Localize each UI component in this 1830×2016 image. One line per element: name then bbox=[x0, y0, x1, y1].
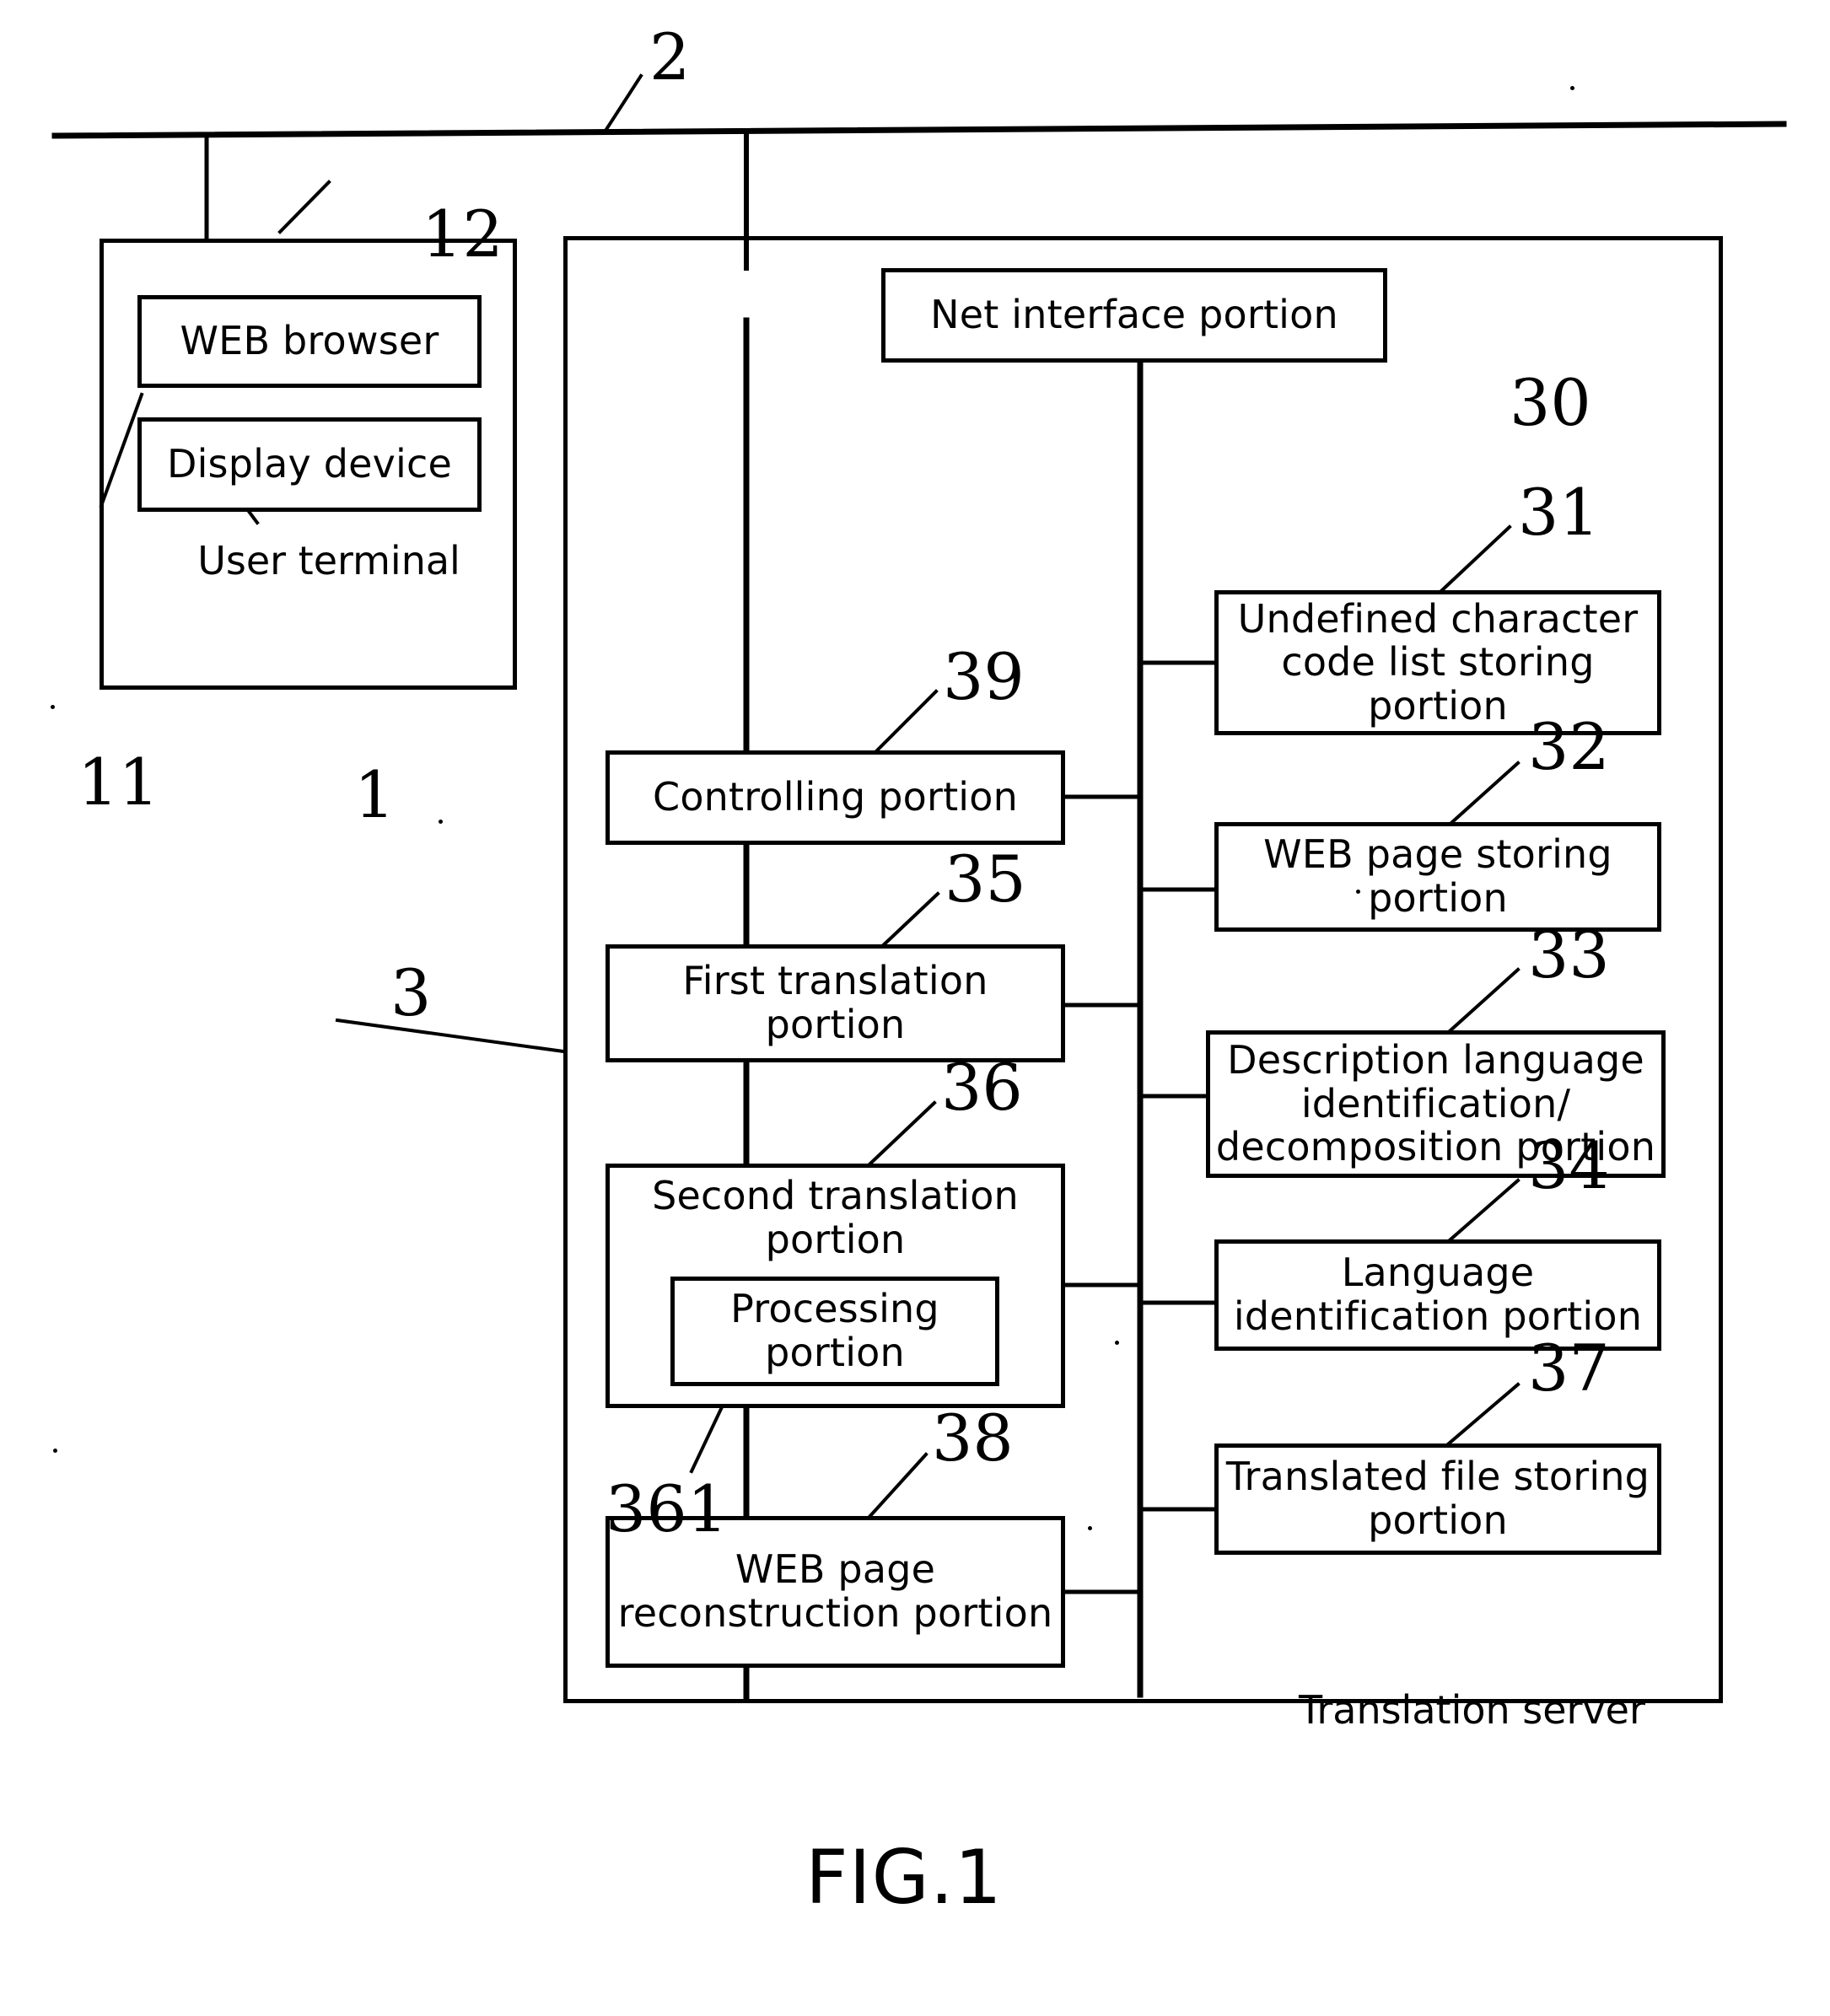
ref-numeral-11: 11 bbox=[78, 745, 159, 820]
webpage-storing-portion-box[interactable]: WEB page storing portion bbox=[1214, 822, 1661, 932]
user-terminal-title: User terminal bbox=[197, 538, 460, 583]
second-translation-portion-label: Second translation portion bbox=[652, 1173, 1019, 1262]
ref-numeral-12: 12 bbox=[422, 196, 503, 271]
first-translation-portion-box[interactable]: First translation portion bbox=[606, 944, 1065, 1062]
display-device-box[interactable]: Display device bbox=[137, 417, 482, 512]
first-translation-portion-label: First translation portion bbox=[682, 958, 988, 1047]
patent-figure: WEB browser Display device User terminal… bbox=[0, 0, 1830, 2016]
translated-file-storing-portion-box[interactable]: Translated file storing portion bbox=[1214, 1443, 1661, 1555]
scan-speck bbox=[439, 820, 443, 824]
leader-12 bbox=[277, 180, 331, 234]
network-line bbox=[51, 121, 1787, 139]
scan-speck bbox=[1115, 1341, 1119, 1345]
ref-numeral-32: 32 bbox=[1528, 709, 1610, 784]
processing-portion-box[interactable]: Processing portion bbox=[670, 1277, 999, 1386]
leader-2 bbox=[603, 73, 643, 133]
web-browser-box[interactable]: WEB browser bbox=[137, 295, 482, 388]
processing-portion-label: Processing portion bbox=[730, 1286, 939, 1375]
display-device-label: Display device bbox=[166, 441, 453, 487]
ref-numeral-30: 30 bbox=[1510, 365, 1591, 440]
language-identification-portion-label: Language identification portion bbox=[1233, 1250, 1643, 1339]
translated-file-storing-portion-label: Translated file storing portion bbox=[1225, 1454, 1650, 1543]
figure-caption: FIG.1 bbox=[805, 1834, 1003, 1921]
ref-numeral-34: 34 bbox=[1528, 1128, 1610, 1203]
scan-speck bbox=[1570, 86, 1574, 90]
ref-numeral-2: 2 bbox=[649, 19, 691, 94]
net-interface-portion-box[interactable]: Net interface portion bbox=[881, 268, 1387, 363]
web-browser-label: WEB browser bbox=[180, 318, 439, 364]
webpage-storing-portion-label: WEB page storing portion bbox=[1263, 831, 1612, 921]
controlling-portion-box[interactable]: Controlling portion bbox=[606, 750, 1065, 845]
ref-numeral-39: 39 bbox=[943, 639, 1025, 714]
ref-numeral-31: 31 bbox=[1518, 475, 1600, 550]
scan-speck bbox=[53, 1449, 57, 1453]
ref-numeral-35: 35 bbox=[945, 841, 1026, 917]
controlling-portion-label: Controlling portion bbox=[653, 774, 1018, 820]
ref-numeral-1: 1 bbox=[354, 757, 396, 832]
ref-numeral-33: 33 bbox=[1528, 917, 1610, 992]
scan-speck bbox=[51, 705, 55, 709]
scan-speck bbox=[1356, 890, 1360, 894]
ref-numeral-361: 361 bbox=[606, 1471, 729, 1546]
leader-3 bbox=[335, 1018, 566, 1054]
translation-server-title: Translation server bbox=[1299, 1687, 1645, 1733]
ref-numeral-37: 37 bbox=[1528, 1331, 1610, 1406]
net-interface-portion-label: Net interface portion bbox=[930, 292, 1338, 338]
ref-numeral-38: 38 bbox=[932, 1400, 1014, 1476]
ref-numeral-3: 3 bbox=[390, 955, 432, 1030]
webpage-reconstruction-portion-label: WEB page reconstruction portion bbox=[617, 1546, 1053, 1636]
ref-numeral-36: 36 bbox=[941, 1050, 1023, 1125]
scan-speck bbox=[1088, 1526, 1092, 1530]
